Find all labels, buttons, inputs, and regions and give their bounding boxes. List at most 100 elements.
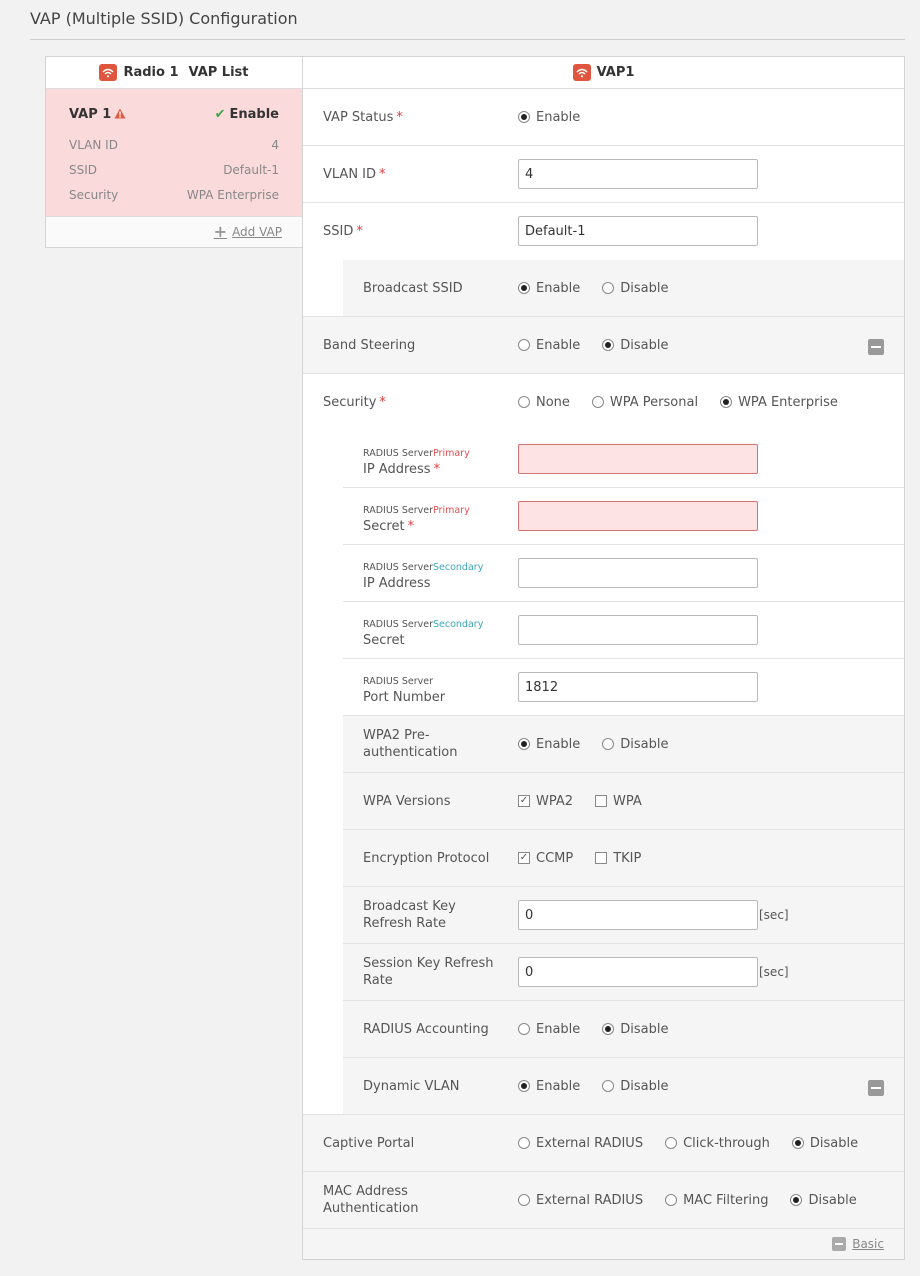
radius-accounting-row: RADIUS Accounting Enable Disable [343, 1001, 904, 1058]
vap-list-panel: Radio 1 VAP List VAP 1 ✔ Enable VLAN ID 4… [45, 56, 303, 248]
vap-card[interactable]: VAP 1 ✔ Enable VLAN ID 4 SSID Default-1 S… [46, 89, 302, 216]
band-steering-label: Band Steering [323, 337, 416, 353]
captive-portal-row: Captive Portal External RADIUS Click-thr… [303, 1115, 904, 1172]
security-none-radio[interactable]: None [518, 395, 570, 410]
dynamic-vlan-label: Dynamic VLAN [363, 1078, 460, 1094]
vap-status-row: VAP Status * Enable [303, 89, 904, 146]
session-key-refresh-input[interactable] [518, 957, 758, 987]
mac-auth-disable-radio[interactable]: Disable [790, 1193, 857, 1208]
radius-port-row: RADIUS Server Port Number [343, 659, 904, 716]
wpa-versions-wpa2-checkbox[interactable]: ✓ WPA2 [518, 794, 573, 809]
wpa2-preauth-disable-radio[interactable]: Disable [602, 737, 669, 752]
broadcast-ssid-disable-radio[interactable]: Disable [602, 281, 669, 296]
radius-accounting-disable-radio[interactable]: Disable [602, 1022, 669, 1037]
band-steering-disable-radio[interactable]: Disable [602, 338, 669, 353]
title-divider [30, 39, 905, 40]
basic-link[interactable]: Basic [832, 1237, 884, 1251]
captive-portal-clickthrough-radio[interactable]: Click-through [665, 1136, 770, 1151]
security-wpa-enterprise-radio[interactable]: WPA Enterprise [720, 395, 838, 410]
vap-info-value: 4 [271, 138, 279, 152]
wifi-icon [572, 64, 591, 81]
radius-primary-ip-input[interactable] [518, 444, 758, 474]
radius-secondary-secret-label: RADIUS ServerSecondary Secret [363, 619, 484, 648]
radius-accounting-enable-radio[interactable]: Enable [518, 1022, 580, 1037]
check-icon: ✔ [214, 107, 226, 122]
vlan-id-input[interactable] [518, 159, 758, 189]
mac-auth-row: MAC Address Authentication External RADI… [303, 1172, 904, 1229]
collapse-icon [832, 1237, 847, 1251]
radio-label: Radio 1 [123, 65, 179, 80]
radius-primary-secret-row: RADIUS ServerPrimary Secret * [343, 488, 904, 545]
collapse-icon[interactable] [868, 1080, 884, 1096]
add-vap-link[interactable]: + Add VAP [213, 222, 282, 241]
session-key-refresh-row: Session Key Refresh Rate [sec] [343, 944, 904, 1001]
radius-secondary-ip-label: RADIUS ServerSecondary IP Address [363, 562, 484, 591]
wpa-versions-wpa-checkbox[interactable]: WPA [595, 794, 642, 809]
vap-list-title: VAP List [188, 65, 249, 80]
vlan-id-row: VLAN ID * [303, 146, 904, 203]
vap-info-label: Security [69, 188, 119, 202]
broadcast-ssid-enable-radio[interactable]: Enable [518, 281, 580, 296]
broadcast-ssid-label: Broadcast SSID [363, 280, 463, 296]
radius-port-input[interactable] [518, 672, 758, 702]
dynamic-vlan-enable-radio[interactable]: Enable [518, 1079, 580, 1094]
vap-config-title: VAP1 [596, 65, 635, 80]
broadcast-key-refresh-row: Broadcast Key Refresh Rate [sec] [343, 887, 904, 944]
vap-config-header: VAP1 [303, 57, 904, 89]
wpa2-preauth-label: WPA2 Pre-authentication [363, 728, 458, 760]
mac-auth-external-radio[interactable]: External RADIUS [518, 1193, 643, 1208]
vap-info-label: VLAN ID [69, 138, 118, 152]
radius-primary-ip-label: RADIUS ServerPrimary IP Address * [363, 448, 470, 477]
ssid-label: SSID * [323, 223, 363, 239]
radius-secondary-ip-row: RADIUS ServerSecondary IP Address [343, 545, 904, 602]
encryption-ccmp-checkbox[interactable]: ✓ CCMP [518, 851, 573, 866]
broadcast-key-refresh-input[interactable] [518, 900, 758, 930]
page-title: VAP (Multiple SSID) Configuration [30, 9, 298, 28]
session-key-unit: [sec] [759, 965, 789, 979]
dynamic-vlan-row: Dynamic VLAN Enable Disable [343, 1058, 904, 1115]
vlan-id-label: VLAN ID * [323, 166, 386, 182]
radius-secondary-secret-row: RADIUS ServerSecondary Secret [343, 602, 904, 659]
vap-info-row: VLAN ID 4 [69, 138, 279, 152]
captive-portal-disable-radio[interactable]: Disable [791, 1136, 858, 1151]
wpa2-preauth-enable-radio[interactable]: Enable [518, 737, 580, 752]
radius-accounting-label: RADIUS Accounting [363, 1021, 489, 1037]
band-steering-row: Band Steering Enable Disable [303, 317, 904, 374]
plus-icon: + [213, 222, 228, 241]
radius-port-label: RADIUS Server Port Number [363, 676, 446, 705]
vap-status-label: VAP Status * [323, 109, 403, 125]
encryption-tkip-checkbox[interactable]: TKIP [595, 851, 641, 866]
broadcast-ssid-row: Broadcast SSID Enable Disable [343, 260, 904, 317]
security-wpa-personal-radio[interactable]: WPA Personal [591, 395, 698, 410]
radius-primary-secret-input[interactable] [518, 501, 758, 531]
dynamic-vlan-disable-radio[interactable]: Disable [602, 1079, 669, 1094]
vap-list-footer: + Add VAP [46, 216, 302, 247]
wpa2-preauth-row: WPA2 Pre-authentication Enable Disable [343, 716, 904, 773]
mac-auth-label: MAC Address Authentication [323, 1184, 419, 1216]
security-row: Security * None WPA Personal WPA Enterpri… [303, 374, 904, 431]
collapse-icon[interactable] [868, 339, 884, 355]
vap-status: Enable [229, 107, 280, 122]
ssid-row: SSID * [303, 203, 904, 260]
captive-portal-external-radio[interactable]: External RADIUS [518, 1136, 643, 1151]
vap-config-panel: VAP1 VAP Status* Enable VLAN ID* SSID* B… [302, 56, 905, 1260]
security-label: Security * [323, 394, 386, 410]
vap-config-footer: Basic [303, 1229, 904, 1259]
ssid-input[interactable] [518, 216, 758, 246]
wpa-versions-row: WPA Versions ✓ WPA2 WPA [343, 773, 904, 830]
radius-primary-ip-row: RADIUS ServerPrimary IP Address * [343, 431, 904, 488]
mac-auth-filtering-radio[interactable]: MAC Filtering [665, 1193, 768, 1208]
vap-name: VAP 1 [69, 107, 112, 122]
session-key-refresh-label: Session Key Refresh Rate [363, 956, 494, 988]
radius-secondary-ip-input[interactable] [518, 558, 758, 588]
radius-secondary-secret-input[interactable] [518, 615, 758, 645]
vap-info-label: SSID [69, 163, 98, 177]
wifi-icon [99, 64, 118, 81]
wpa-versions-label: WPA Versions [363, 793, 451, 809]
band-steering-enable-radio[interactable]: Enable [518, 338, 580, 353]
radius-primary-secret-label: RADIUS ServerPrimary Secret * [363, 505, 470, 534]
basic-label: Basic [852, 1237, 884, 1251]
encryption-protocol-row: Encryption Protocol ✓ CCMP TKIP [343, 830, 904, 887]
vap-status-enable-radio[interactable]: Enable [518, 110, 580, 125]
encryption-protocol-label: Encryption Protocol [363, 850, 490, 866]
